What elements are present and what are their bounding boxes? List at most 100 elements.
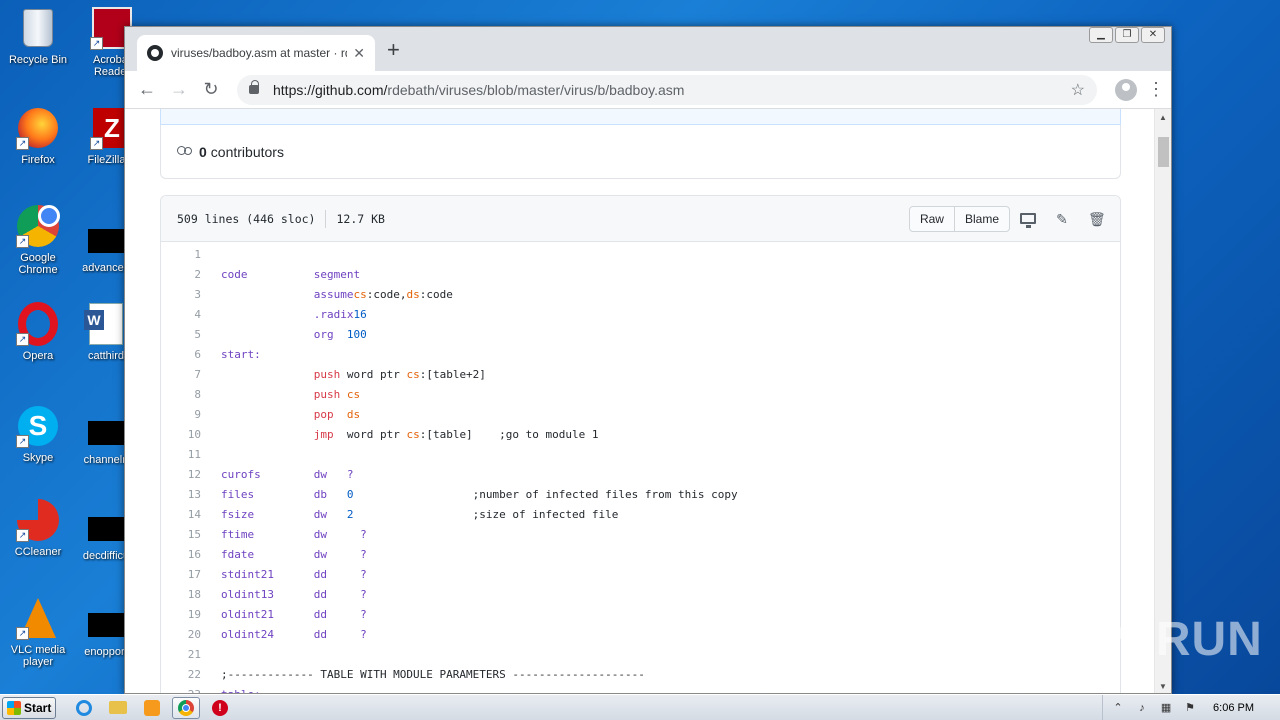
line-number[interactable]: 11 (161, 445, 201, 465)
new-tab-button[interactable]: + (387, 39, 400, 61)
profile-avatar-icon[interactable] (1115, 78, 1137, 101)
tab-badboy-asm[interactable]: viruses/badboy.asm at master · rdebath/v… (137, 35, 375, 71)
scroll-down-icon[interactable]: ▼ (1159, 682, 1167, 691)
scroll-thumb[interactable] (1158, 137, 1169, 167)
line-number[interactable]: 3 (161, 285, 201, 305)
code-op: dd (313, 568, 347, 581)
desktop-icon-recycle-bin[interactable]: Recycle Bin (0, 6, 76, 66)
code-arg: cs (346, 388, 361, 401)
desktop-icon-ccleaner[interactable]: ↗ CCleaner (0, 498, 76, 558)
taskbar-chrome[interactable] (172, 696, 200, 719)
line-number[interactable]: 23 (161, 685, 201, 693)
tray-expand-icon[interactable]: ⌃ (1111, 702, 1125, 714)
line-number[interactable]: 9 (161, 405, 201, 425)
start-button[interactable]: Start (2, 696, 56, 719)
page-scrollbar[interactable]: ▲ ▼ (1154, 109, 1171, 693)
line-number[interactable]: 13 (161, 485, 201, 505)
code-label: fsize (221, 508, 314, 521)
code-line: 6 start: (161, 345, 1120, 365)
github-page: 0 contributors 509 lines (446 sloc) 12.7… (125, 109, 1155, 693)
code-op: dd (313, 608, 347, 621)
forward-button[interactable]: → (165, 76, 193, 104)
action-center-flag-icon[interactable]: ⚑ (1183, 702, 1197, 714)
code-arg: ? (346, 548, 367, 561)
line-content: stdint21 dd ? (201, 565, 367, 585)
code-op: push (313, 388, 347, 401)
blame-button[interactable]: Blame (953, 206, 1009, 231)
scroll-up-icon[interactable]: ▲ (1159, 113, 1167, 122)
line-number[interactable]: 2 (161, 265, 201, 285)
taskbar: Start ! ⌃ ♪ ▦ ⚑ 6:06 PM (0, 694, 1280, 720)
code-line: 7 push word ptr cs:[table+2] (161, 365, 1120, 385)
desktop-icon-opera[interactable]: ↗ Opera (0, 302, 76, 362)
line-number[interactable]: 15 (161, 525, 201, 545)
clock[interactable]: 6:06 PM (1213, 702, 1254, 714)
code-comment: ;size of infected file (353, 508, 619, 521)
line-number[interactable]: 17 (161, 565, 201, 585)
file-actions: Raw Blame ✎ 🗑 (908, 205, 1106, 232)
code-label: ftime (221, 528, 314, 541)
minimize-button[interactable]: ▁ (1089, 27, 1113, 43)
line-content: assumecs:code,ds:code (201, 285, 453, 305)
folder-icon (109, 701, 127, 714)
menu-icon[interactable]: ⋮ (1147, 79, 1165, 100)
code-line: 11 (161, 445, 1120, 465)
line-number[interactable]: 16 (161, 545, 201, 565)
code-label (221, 328, 314, 341)
taskbar-media-player[interactable] (138, 697, 166, 719)
line-number[interactable]: 19 (161, 605, 201, 625)
code-op: dd (313, 588, 347, 601)
code-arg: :[table] (419, 428, 473, 441)
raw-button[interactable]: Raw (910, 207, 954, 231)
stop-icon: ! (212, 699, 228, 716)
desktop-icon-vlc[interactable]: ↗ VLC media player (0, 596, 76, 668)
file-icon (84, 502, 128, 546)
divider (325, 209, 327, 228)
word-doc-icon (84, 302, 128, 346)
code-label: start: (221, 348, 314, 361)
line-number[interactable]: 1 (161, 245, 201, 265)
reload-button[interactable]: ↻ (197, 76, 225, 104)
edit-pencil-icon[interactable]: ✎ (1054, 211, 1070, 227)
code-op: db (313, 488, 347, 501)
line-number[interactable]: 7 (161, 365, 201, 385)
tab-close-icon[interactable]: ✕ (353, 45, 365, 62)
browser-toolbar: ← → ↻ https://github.com/rdebath/viruses… (125, 71, 1171, 109)
line-number[interactable]: 22 (161, 665, 201, 685)
desktop-icon-skype[interactable]: S ↗ Skype (0, 404, 76, 464)
line-number[interactable]: 18 (161, 585, 201, 605)
line-number[interactable]: 21 (161, 645, 201, 665)
address-bar[interactable]: https://github.com/rdebath/viruses/blob/… (237, 74, 1097, 105)
line-content: table: (201, 685, 314, 693)
code-arg: cs (406, 428, 420, 441)
chrome-icon (178, 699, 194, 716)
bookmark-star-icon[interactable]: ☆ (1071, 80, 1085, 100)
line-number[interactable]: 20 (161, 625, 201, 645)
desktop-icon-firefox[interactable]: ↗ Firefox (0, 106, 76, 166)
network-icon[interactable]: ▦ (1159, 702, 1173, 714)
volume-icon[interactable]: ♪ (1135, 702, 1149, 714)
code-line: 4 .radix16 (161, 305, 1120, 325)
line-number[interactable]: 8 (161, 385, 201, 405)
line-number[interactable]: 5 (161, 325, 201, 345)
restore-button[interactable]: ❐ (1115, 27, 1139, 43)
close-window-button[interactable]: ✕ (1141, 27, 1165, 43)
code-op: .radix (313, 308, 354, 321)
line-number[interactable]: 14 (161, 505, 201, 525)
taskbar-stop[interactable]: ! (206, 697, 234, 719)
delete-trash-icon[interactable]: 🗑 (1088, 211, 1106, 227)
contributors-box[interactable]: 0 contributors (160, 125, 1121, 179)
back-button[interactable]: ← (133, 76, 161, 104)
taskbar-ie[interactable] (70, 697, 98, 719)
line-content: files db 0 ;number of infected files fro… (201, 485, 738, 505)
line-number[interactable]: 4 (161, 305, 201, 325)
desktop-icon-chrome[interactable]: ↗ Google Chrome (0, 204, 76, 276)
desktop-open-icon[interactable] (1020, 213, 1036, 228)
line-number[interactable]: 12 (161, 465, 201, 485)
line-number[interactable]: 6 (161, 345, 201, 365)
people-icon (177, 145, 193, 158)
taskbar-explorer[interactable] (104, 697, 132, 719)
line-content: push word ptr cs:[table+2] (201, 365, 486, 385)
code-arg: ? (346, 588, 367, 601)
line-number[interactable]: 10 (161, 425, 201, 445)
